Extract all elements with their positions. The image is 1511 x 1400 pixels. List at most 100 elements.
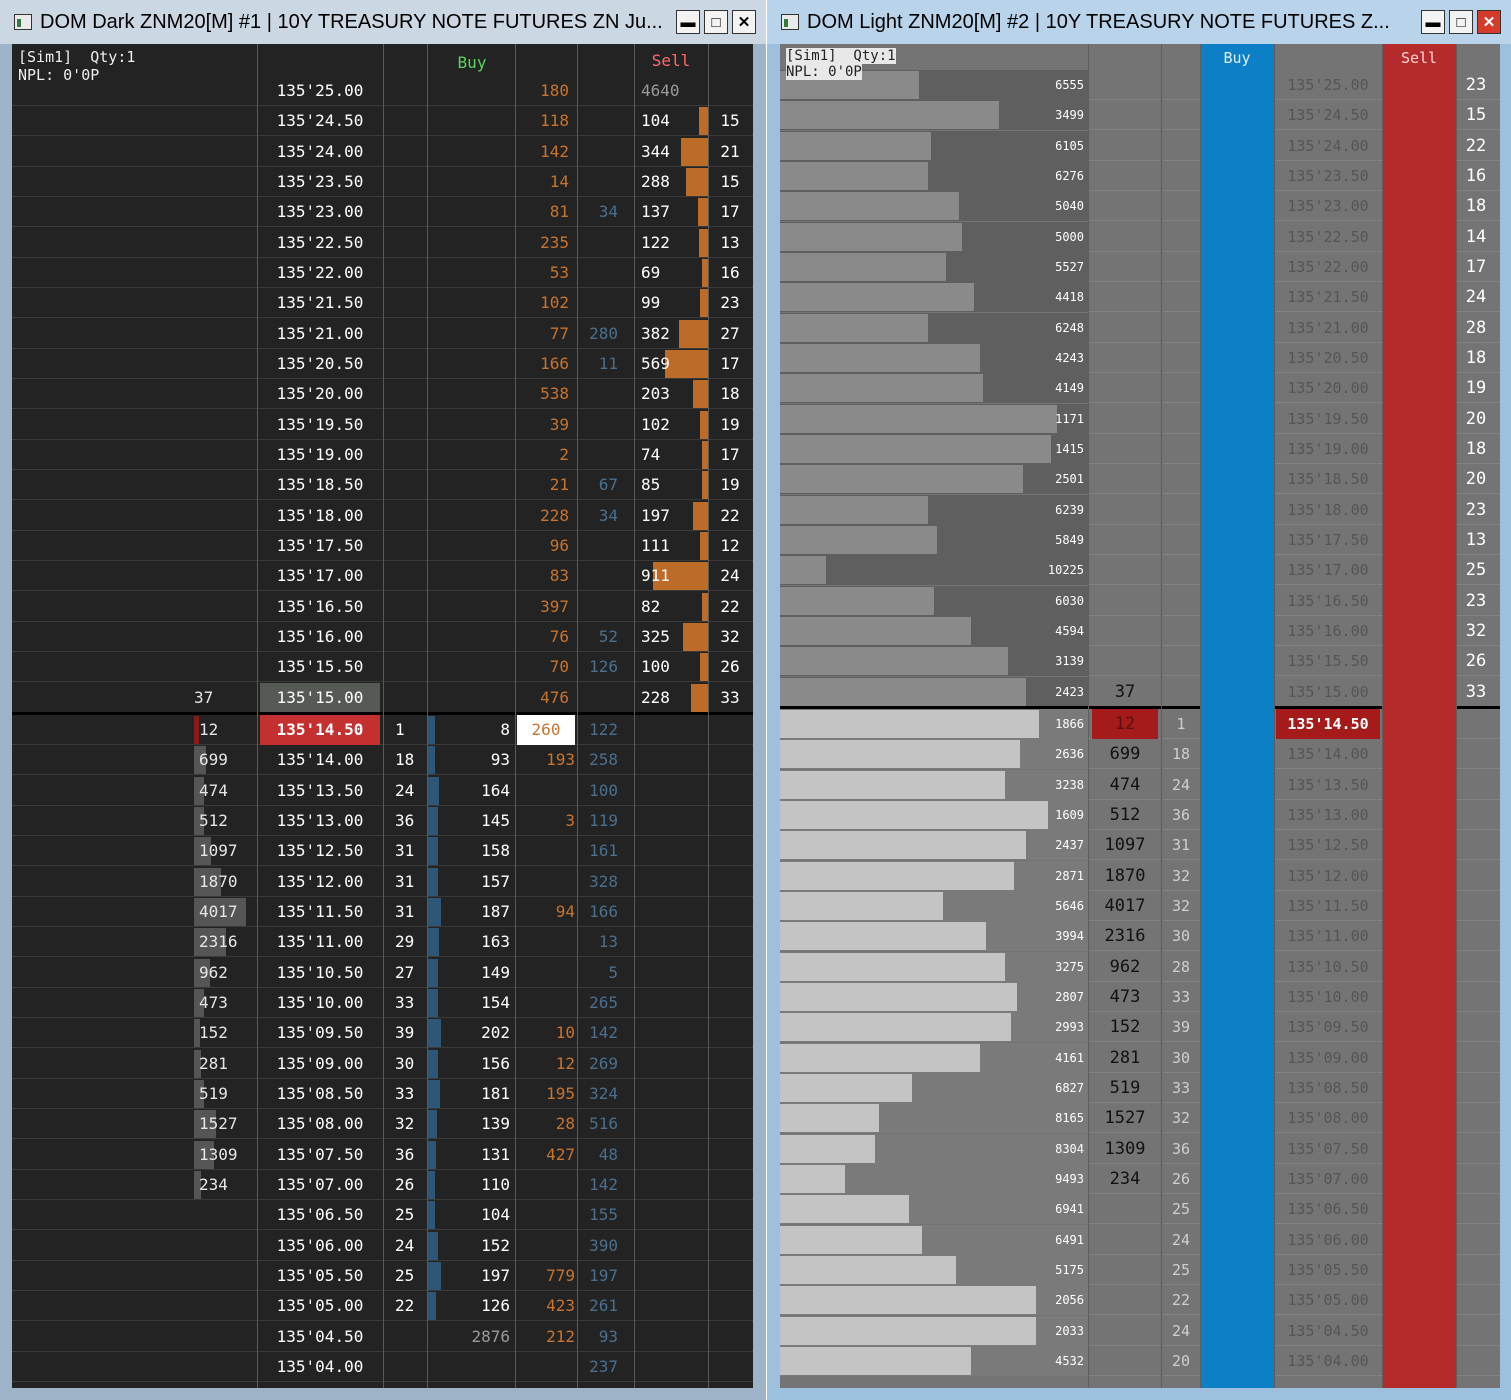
- price-cell[interactable]: 135'21.00: [1278, 313, 1378, 343]
- bid-cell[interactable]: 157: [442, 867, 510, 897]
- price-cell[interactable]: 135'12.50: [260, 836, 380, 866]
- bid-cell[interactable]: 93: [442, 745, 510, 775]
- price-cell[interactable]: 135'13.00: [1276, 800, 1380, 830]
- price-cell[interactable]: 135'17.50: [1278, 525, 1378, 555]
- bid-cell[interactable]: 181: [442, 1079, 510, 1109]
- bid-cell[interactable]: 158: [442, 836, 510, 866]
- price-cell[interactable]: 135'11.50: [1276, 891, 1380, 921]
- price-cell[interactable]: 135'19.00: [1278, 434, 1378, 464]
- ask-cell[interactable]: 102: [641, 410, 701, 440]
- bid-cell[interactable]: 152: [442, 1231, 510, 1261]
- price-cell[interactable]: 135'21.50: [260, 288, 380, 318]
- price-cell[interactable]: 135'21.50: [1278, 282, 1378, 312]
- bid-cell[interactable]: 2876: [442, 1322, 510, 1352]
- price-cell[interactable]: 135'06.00: [1276, 1225, 1380, 1255]
- price-cell[interactable]: 135'11.00: [1276, 921, 1380, 951]
- price-cell[interactable]: 135'25.00: [260, 76, 380, 106]
- price-cell[interactable]: 135'17.00: [1278, 555, 1378, 585]
- price-cell[interactable]: 135'07.50: [1276, 1134, 1380, 1164]
- price-cell[interactable]: 135'16.00: [1278, 616, 1378, 646]
- price-cell[interactable]: 135'04.00: [1276, 1346, 1380, 1376]
- price-cell[interactable]: 135'16.50: [1278, 586, 1378, 616]
- close-icon[interactable]: ✕: [732, 10, 756, 34]
- price-cell[interactable]: 135'12.00: [260, 867, 380, 897]
- price-cell[interactable]: 135'16.00: [260, 622, 380, 652]
- price-cell[interactable]: 135'23.50: [1278, 161, 1378, 191]
- bid-cell[interactable]: 139: [442, 1109, 510, 1139]
- ask-cell[interactable]: 911: [641, 561, 701, 591]
- ask-cell[interactable]: 104: [641, 106, 701, 136]
- price-cell[interactable]: 135'15.50: [1278, 646, 1378, 676]
- ask-cell[interactable]: 288: [641, 167, 701, 197]
- price-cell[interactable]: 135'19.50: [260, 410, 380, 440]
- ask-cell[interactable]: 74: [641, 440, 701, 470]
- price-cell[interactable]: 135'14.50: [1276, 708, 1380, 739]
- price-cell[interactable]: 135'13.50: [260, 776, 380, 806]
- price-cell[interactable]: 135'22.00: [1278, 252, 1378, 282]
- dom-dark-ladder[interactable]: [Sim1] Qty:1 NPL: 0'0P Buy Sell 135'25.0…: [12, 44, 753, 1388]
- bid-cell[interactable]: [442, 1352, 510, 1382]
- bid-cell[interactable]: 156: [442, 1049, 510, 1079]
- price-cell[interactable]: 135'06.00: [260, 1231, 380, 1261]
- price-cell[interactable]: 135'17.00: [260, 561, 380, 591]
- price-cell[interactable]: 135'09.50: [260, 1018, 380, 1048]
- price-cell[interactable]: 135'06.50: [260, 1200, 380, 1230]
- price-cell[interactable]: 135'11.50: [260, 897, 380, 927]
- bid-cell[interactable]: 131: [442, 1140, 510, 1170]
- ask-cell[interactable]: 569: [641, 349, 701, 379]
- dom-light-titlebar[interactable]: DOM Light ZNM20[M] #2 | 10Y TREASURY NOT…: [767, 0, 1511, 44]
- price-cell[interactable]: 135'16.50: [260, 592, 380, 622]
- bid-cell[interactable]: 145: [442, 806, 510, 836]
- ask-cell[interactable]: 82: [641, 592, 701, 622]
- ask-cell[interactable]: 111: [641, 531, 701, 561]
- price-cell[interactable]: 135'18.50: [260, 470, 380, 500]
- price-cell[interactable]: 135'14.00: [1276, 739, 1380, 769]
- price-cell[interactable]: 135'07.00: [260, 1170, 380, 1200]
- price-cell[interactable]: 135'13.50: [1276, 770, 1380, 800]
- price-cell[interactable]: 135'24.50: [260, 106, 380, 136]
- price-cell[interactable]: 135'05.50: [1276, 1255, 1380, 1285]
- price-cell[interactable]: 135'12.50: [1276, 830, 1380, 860]
- price-cell[interactable]: 135'04.50: [1276, 1316, 1380, 1346]
- price-cell[interactable]: 135'10.50: [1276, 952, 1380, 982]
- price-cell[interactable]: 135'23.00: [260, 197, 380, 227]
- dom-dark-titlebar[interactable]: DOM Dark ZNM20[M] #1 | 10Y TREASURY NOTE…: [0, 0, 766, 44]
- ask-cell[interactable]: 122: [641, 228, 701, 258]
- bid-cell[interactable]: 8: [442, 715, 510, 745]
- price-cell[interactable]: 135'17.50: [260, 531, 380, 561]
- price-cell[interactable]: 135'14.00: [260, 745, 380, 775]
- price-cell[interactable]: 135'07.00: [1276, 1164, 1380, 1194]
- bid-cell[interactable]: 149: [442, 958, 510, 988]
- minimize-icon[interactable]: ▬: [1421, 10, 1445, 34]
- bid-cell[interactable]: 104: [442, 1200, 510, 1230]
- ask-cell[interactable]: 382: [641, 319, 701, 349]
- price-cell[interactable]: 135'05.00: [1276, 1285, 1380, 1315]
- ask-cell[interactable]: 137: [641, 197, 701, 227]
- bid-cell[interactable]: 163: [442, 927, 510, 957]
- price-cell[interactable]: 135'08.50: [260, 1079, 380, 1109]
- price-cell[interactable]: 135'15.00: [260, 682, 380, 713]
- ask-cell[interactable]: 4640: [641, 76, 701, 106]
- bid-cell[interactable]: 154: [442, 988, 510, 1018]
- price-cell[interactable]: 135'05.00: [260, 1291, 380, 1321]
- price-cell[interactable]: 135'25.00: [1278, 70, 1378, 100]
- price-cell[interactable]: 135'10.00: [260, 988, 380, 1018]
- bid-cell[interactable]: 202: [442, 1018, 510, 1048]
- maximize-icon[interactable]: □: [1449, 10, 1473, 34]
- ask-cell[interactable]: 85: [641, 470, 701, 500]
- price-cell[interactable]: 135'13.00: [260, 806, 380, 836]
- price-cell[interactable]: 135'20.50: [260, 349, 380, 379]
- ask-cell[interactable]: 197: [641, 501, 701, 531]
- price-cell[interactable]: 135'18.50: [1278, 464, 1378, 494]
- maximize-icon[interactable]: □: [704, 10, 728, 34]
- price-cell[interactable]: 135'24.00: [1278, 131, 1378, 161]
- price-cell[interactable]: 135'21.00: [260, 319, 380, 349]
- minimize-icon[interactable]: ▬: [676, 10, 700, 34]
- price-cell[interactable]: 135'12.00: [1276, 861, 1380, 891]
- price-cell[interactable]: 135'08.00: [260, 1109, 380, 1139]
- close-icon[interactable]: ✕: [1477, 10, 1501, 34]
- price-cell[interactable]: 135'22.50: [1278, 222, 1378, 252]
- price-cell[interactable]: 135'09.00: [260, 1049, 380, 1079]
- price-cell[interactable]: 135'10.50: [260, 958, 380, 988]
- price-cell[interactable]: 135'08.50: [1276, 1073, 1380, 1103]
